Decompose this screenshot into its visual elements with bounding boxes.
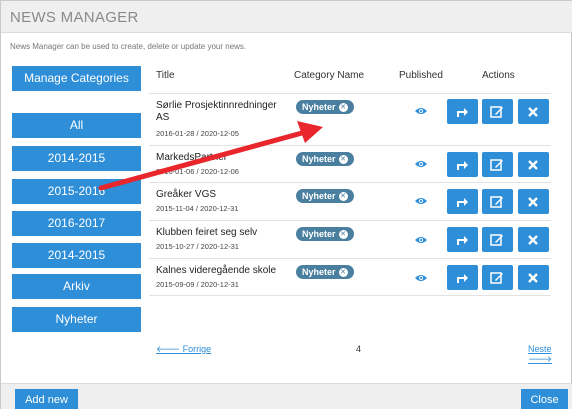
edit-icon [490,106,503,118]
header-published: Published [399,70,443,81]
close-icon [528,160,538,170]
add-new-button[interactable]: Add new [15,389,78,409]
manage-categories-button[interactable]: Manage Categories [12,66,141,91]
category-badge[interactable]: Nyheter ✕ [296,189,354,203]
remove-category-icon[interactable]: ✕ [338,155,348,164]
table-row: MarkedsPartner 2016-01-06 / 2020-12-06 N… [149,145,551,182]
edit-button[interactable] [482,227,513,252]
sidebar-item-nyheter[interactable]: Nyheter [12,307,141,332]
category-badge-label: Nyheter [302,229,336,239]
table-row: Greåker VGS 2015-11-04 / 2020-12-31 Nyhe… [149,182,551,220]
delete-button[interactable] [518,189,549,214]
dialog-title: NEWS MANAGER [10,9,139,26]
edit-icon [490,196,503,208]
category-badge[interactable]: Nyheter ✕ [296,227,354,241]
pagination-prev-link[interactable]: 🡐 Forrige [156,344,211,355]
arrow-right-icon: 🡒 [528,354,553,364]
edit-button[interactable] [482,152,513,177]
category-badge-label: Nyheter [302,267,336,277]
category-badge-label: Nyheter [302,102,336,112]
share-button[interactable] [447,265,478,290]
category-badge-label: Nyheter [302,154,336,164]
published-eye-icon[interactable] [415,236,427,244]
pagination-next-label: Neste [528,344,552,354]
close-icon [528,235,538,245]
share-button[interactable] [447,152,478,177]
pagination-prev-label: Forrige [182,344,212,354]
header-title: Title [156,70,175,81]
news-title: MarkedsPartner [156,152,228,163]
sidebar-item-2014-2015[interactable]: 2014-2015 [12,146,141,171]
edit-icon [490,272,503,284]
table-row: Sørlie Prosjektinnredninger AS 2016-01-2… [149,93,551,145]
edit-button[interactable] [482,189,513,214]
sidebar-item-all[interactable]: All [12,113,141,138]
pagination-next-link[interactable]: Neste 🡒 [528,344,571,365]
delete-button[interactable] [518,265,549,290]
close-icon [528,273,538,283]
news-dates: 2015-10-27 / 2020-12-31 [156,242,239,251]
category-badge[interactable]: Nyheter ✕ [296,152,354,166]
share-icon [457,161,468,170]
share-button[interactable] [447,227,478,252]
news-dates: 2016-01-28 / 2020-12-05 [156,129,239,138]
news-dates: 2015-11-04 / 2020-12-31 [156,204,239,213]
dialog-footer: Add new Close [1,383,572,409]
sidebar-item-arkiv[interactable]: Arkiv [12,274,141,299]
description-text: News Manager can be used to create, dele… [10,42,247,51]
news-title: Greåker VGS [156,189,217,200]
table-row: Klubben feiret seg selv 2015-10-27 / 202… [149,220,551,258]
sidebar-item-2016-2017[interactable]: 2016-2017 [12,211,141,236]
arrow-left-icon: 🡐 [156,344,183,354]
delete-button[interactable] [518,99,549,124]
news-title: Sørlie Prosjektinnredninger AS [156,100,277,123]
share-icon [457,198,468,207]
category-badge[interactable]: Nyheter ✕ [296,265,354,279]
close-icon [528,107,538,117]
edit-button[interactable] [482,265,513,290]
remove-category-icon[interactable]: ✕ [338,103,348,112]
sidebar-item-2015-2016[interactable]: 2015-2016 [12,179,141,204]
published-eye-icon[interactable] [415,107,427,115]
published-eye-icon[interactable] [415,197,427,205]
news-title: Klubben feiret seg selv [156,227,258,238]
delete-button[interactable] [518,152,549,177]
close-button[interactable]: Close [521,389,568,409]
pagination-current-page: 4 [356,344,362,354]
edit-button[interactable] [482,99,513,124]
sidebar-item-2014-2015-b[interactable]: 2014-2015 [12,243,141,268]
close-icon [528,197,538,207]
category-badge[interactable]: Nyheter ✕ [296,100,354,114]
news-dates: 2016-01-06 / 2020-12-06 [156,167,239,176]
share-icon [457,236,468,245]
header-actions: Actions [482,70,515,81]
share-button[interactable] [447,99,478,124]
published-eye-icon[interactable] [415,160,427,168]
header-category: Category Name [294,70,365,81]
news-dates: 2015-09-09 / 2020-12-31 [156,280,239,289]
category-badge-label: Nyheter [302,191,336,201]
news-manager-dialog: NEWS MANAGER News Manager can be used to… [0,0,572,409]
edit-icon [490,234,503,246]
delete-button[interactable] [518,227,549,252]
share-button[interactable] [447,189,478,214]
remove-category-icon[interactable]: ✕ [338,230,348,239]
edit-icon [490,159,503,171]
remove-category-icon[interactable]: ✕ [338,268,348,277]
title-bar: NEWS MANAGER [1,1,572,33]
share-icon [457,108,468,117]
remove-category-icon[interactable]: ✕ [338,192,348,201]
share-icon [457,274,468,283]
published-eye-icon[interactable] [415,274,427,282]
table-row: Kalnes videregående skole 2015-09-09 / 2… [149,258,551,296]
news-title: Kalnes videregående skole [156,265,277,276]
